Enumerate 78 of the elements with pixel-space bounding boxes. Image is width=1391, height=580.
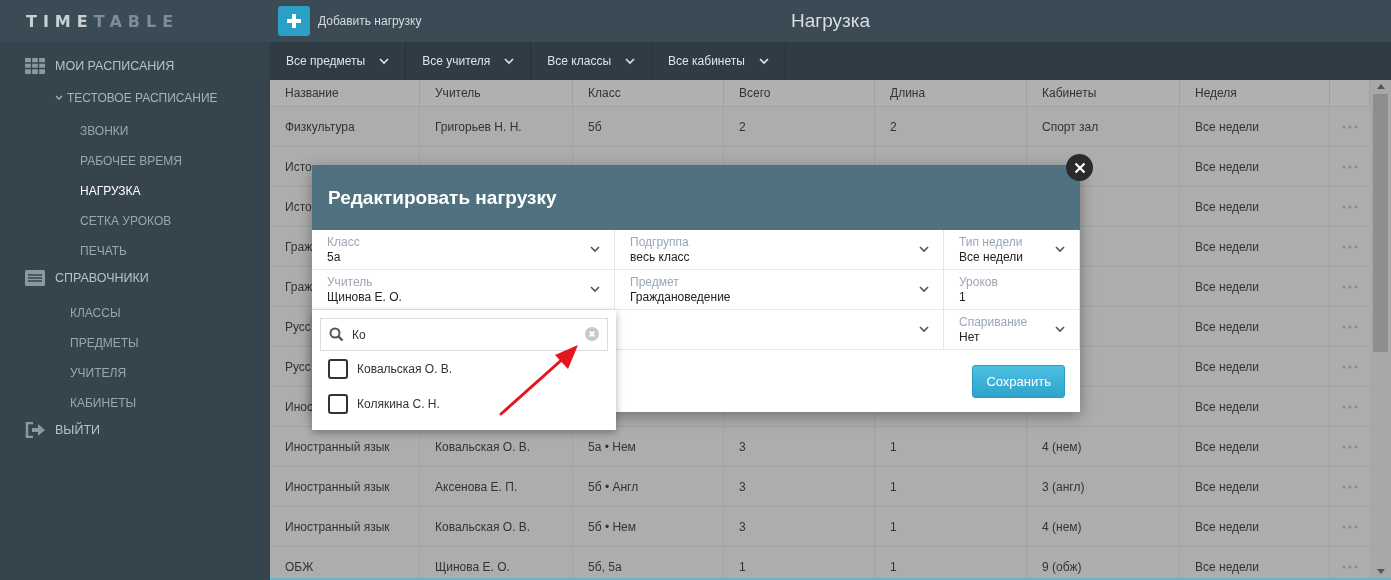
field-label: Уроков: [959, 275, 998, 289]
field-value: 5а: [327, 250, 342, 264]
more-icon[interactable]: [1342, 324, 1358, 329]
search-icon: [329, 327, 344, 342]
more-icon[interactable]: [1342, 444, 1358, 449]
sidebar-item[interactable]: ВЫЙТИ: [0, 418, 270, 442]
plus-icon: [286, 13, 302, 29]
grid-icon: [25, 58, 45, 74]
field-value: весь класс: [630, 250, 690, 264]
input-field[interactable]: Уроков 1: [944, 270, 1080, 310]
search-field[interactable]: Ко: [320, 318, 608, 351]
sidebar-link[interactable]: СЕТКА УРОКОВ: [0, 206, 270, 236]
sidebar-link[interactable]: НАГРУЗКА: [0, 176, 270, 206]
chevron-down-icon: [55, 95, 63, 101]
sidebar-link[interactable]: КЛАССЫ: [0, 298, 270, 328]
field-value: Все недели: [959, 250, 1024, 264]
sidebar-link[interactable]: ЗВОНКИ: [0, 116, 270, 146]
sidebar-item[interactable]: СПРАВОЧНИКИ: [0, 266, 270, 290]
sidebar-label: СПРАВОЧНИКИ: [55, 271, 149, 285]
field-label: Тип недели: [959, 235, 1024, 249]
chevron-down-icon: [919, 246, 929, 253]
chevron-down-icon: [590, 286, 600, 293]
chevron-down-icon: [590, 246, 600, 253]
more-icon[interactable]: [1342, 204, 1358, 209]
field-label: Учитель: [327, 275, 374, 289]
more-icon[interactable]: [1342, 164, 1358, 169]
chevron-down-icon: [758, 57, 769, 65]
field-value: Нет: [959, 330, 981, 344]
chevron-down-icon: [379, 57, 390, 65]
checkbox[interactable]: [328, 358, 348, 379]
sidebar-link[interactable]: РАБОЧЕЕ ВРЕМЯ: [0, 146, 270, 176]
select-field[interactable]: Предмет Граждановедение: [615, 270, 944, 310]
checkbox[interactable]: [328, 393, 348, 414]
logo-text: TABLE: [93, 11, 180, 31]
sidebar-link[interactable]: ПРЕДМЕТЫ: [0, 328, 270, 358]
more-icon[interactable]: [1342, 124, 1358, 129]
scroll-thumb[interactable]: [1373, 94, 1388, 352]
close-icon: [1073, 161, 1086, 174]
chevron-down-icon: [1055, 326, 1065, 333]
field-label: Предмет: [630, 275, 680, 289]
sidebar-item[interactable]: МОИ РАСПИСАНИЯ: [0, 54, 270, 78]
more-icon[interactable]: [1342, 244, 1358, 249]
select-field[interactable]: Класс 5а: [312, 230, 615, 270]
sidebar-link[interactable]: УЧИТЕЛЯ: [0, 358, 270, 388]
logo-text: TIME: [26, 11, 94, 31]
select-field[interactable]: Спаривание Нет: [944, 310, 1080, 350]
chevron-down-icon: [919, 286, 929, 293]
add-button[interactable]: [278, 6, 310, 36]
sidebar-label: ВЫЙТИ: [55, 423, 100, 437]
list-icon: [25, 270, 45, 286]
sidebar-label: МОИ РАСПИСАНИЯ: [55, 59, 175, 73]
field-value: 1: [959, 290, 967, 304]
field-label: Спаривание: [959, 315, 1028, 329]
clear-icon[interactable]: [585, 327, 599, 341]
more-icon[interactable]: [1342, 524, 1358, 529]
select-field[interactable]: Тип недели Все недели: [944, 230, 1080, 270]
select-field[interactable]: Подгруппа весь класс: [615, 230, 944, 270]
more-icon[interactable]: [1342, 404, 1358, 409]
more-icon[interactable]: [1342, 364, 1358, 369]
schedule-item[interactable]: ТЕСТОВОЕ РАСПИСАНИЕ: [0, 86, 270, 110]
logout-icon: [25, 422, 45, 438]
add-label[interactable]: Добавить нагрузку: [318, 14, 422, 28]
scrollbar[interactable]: [1370, 80, 1391, 578]
chevron-down-icon: [1055, 246, 1065, 253]
field-label: Подгруппа: [630, 235, 690, 249]
schedule-label: ТЕСТОВОЕ РАСПИСАНИЕ: [67, 91, 218, 105]
more-icon[interactable]: [1342, 284, 1358, 289]
sidebar-link[interactable]: КАБИНЕТЫ: [0, 388, 270, 418]
sidebar-link[interactable]: ПЕЧАТЬ: [0, 236, 270, 266]
field-label: Класс: [327, 235, 360, 249]
page-title: Нагрузка: [790, 10, 871, 32]
chevron-down-icon: [504, 57, 515, 65]
field-value: Щинова Е. О.: [327, 290, 402, 304]
field-value: Граждановедение: [630, 290, 731, 304]
more-icon[interactable]: [1342, 484, 1358, 489]
more-icon[interactable]: [1342, 564, 1358, 569]
chevron-down-icon: [919, 326, 929, 333]
chevron-down-icon: [625, 57, 636, 65]
